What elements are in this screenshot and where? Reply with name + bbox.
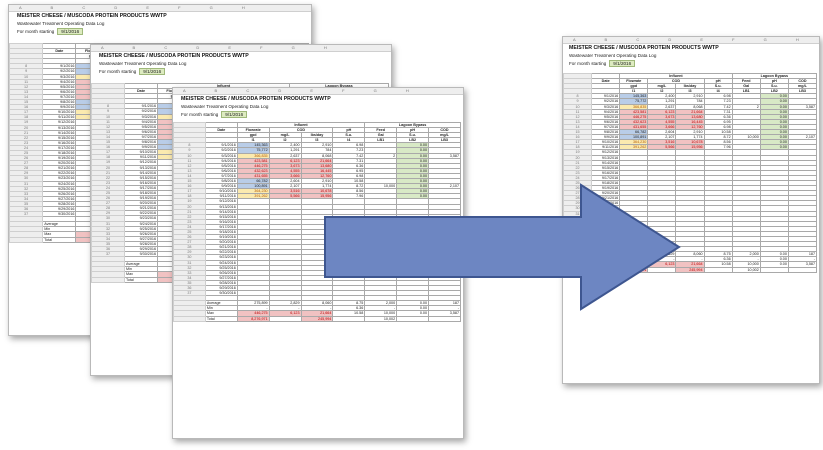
total-label: Total xyxy=(204,315,238,322)
column-header-bar: A B C D E F G H xyxy=(91,45,391,52)
sheet-subtitle: Wastewater Treatment Operating Data Log xyxy=(99,61,187,66)
month-value[interactable]: 9/1/2016 xyxy=(609,60,636,67)
column-header-bar: A B C D E F G H xyxy=(173,88,463,95)
month-label: For month starting xyxy=(99,69,137,74)
arrow-shape xyxy=(324,183,681,311)
total-ph-cell xyxy=(703,266,733,273)
total-cod-mgl-cell xyxy=(268,315,302,322)
total-lbph-cell xyxy=(396,315,429,322)
month-value[interactable]: 9/1/2016 xyxy=(221,111,248,118)
total-lbcod-cell xyxy=(428,315,461,322)
total-feed-cell: 10,002 xyxy=(731,266,761,273)
row-number xyxy=(91,276,125,283)
month-row: For month starting 9/1/2016 xyxy=(569,60,636,67)
sheet-title: MEISTER CHEESE / MUSCODA PROTEIN PRODUCT… xyxy=(569,45,719,51)
month-row: For month starting 9/1/2016 xyxy=(99,68,166,75)
month-label: For month starting xyxy=(181,112,219,117)
month-label: For month starting xyxy=(17,29,55,34)
total-flow-cell: 8,276,971 xyxy=(236,315,270,322)
total-feed-cell: 10,002 xyxy=(364,315,398,322)
right-arrow-icon xyxy=(324,183,681,311)
total-ph-cell xyxy=(332,315,366,322)
total-lbph-cell xyxy=(759,266,789,273)
sheet-subtitle: Wastewater Treatment Operating Data Log xyxy=(569,53,657,58)
sheet-title: MEISTER CHEESE / MUSCODA PROTEIN PRODUCT… xyxy=(17,13,167,19)
column-header-bar: A B C D E F G H xyxy=(563,37,819,44)
sheet-subtitle: Wastewater Treatment Operating Data Log xyxy=(17,21,105,26)
total-label: Total xyxy=(42,236,77,243)
total-lbcod-cell xyxy=(787,266,818,273)
total-cod-lbs-cell: 245,994 xyxy=(300,315,334,322)
row-number xyxy=(173,315,206,322)
month-label: For month starting xyxy=(569,61,607,66)
month-value[interactable]: 9/1/2016 xyxy=(57,28,84,35)
column-header-bar: A B C D E F G H xyxy=(9,5,311,12)
total-label: Total xyxy=(124,276,158,283)
month-row: For month starting 9/1/2016 xyxy=(181,111,248,118)
sheet-subtitle: Wastewater Treatment Operating Data Log xyxy=(181,104,269,109)
summary-row: Total8,276,971 245,994 10,002 xyxy=(173,315,461,322)
month-row: For month starting 9/1/2016 xyxy=(17,28,84,35)
row-number xyxy=(9,236,44,243)
month-value[interactable]: 9/1/2016 xyxy=(139,68,166,75)
sheet-title: MEISTER CHEESE / MUSCODA PROTEIN PRODUCT… xyxy=(181,96,331,102)
sheet-title: MEISTER CHEESE / MUSCODA PROTEIN PRODUCT… xyxy=(99,53,249,59)
